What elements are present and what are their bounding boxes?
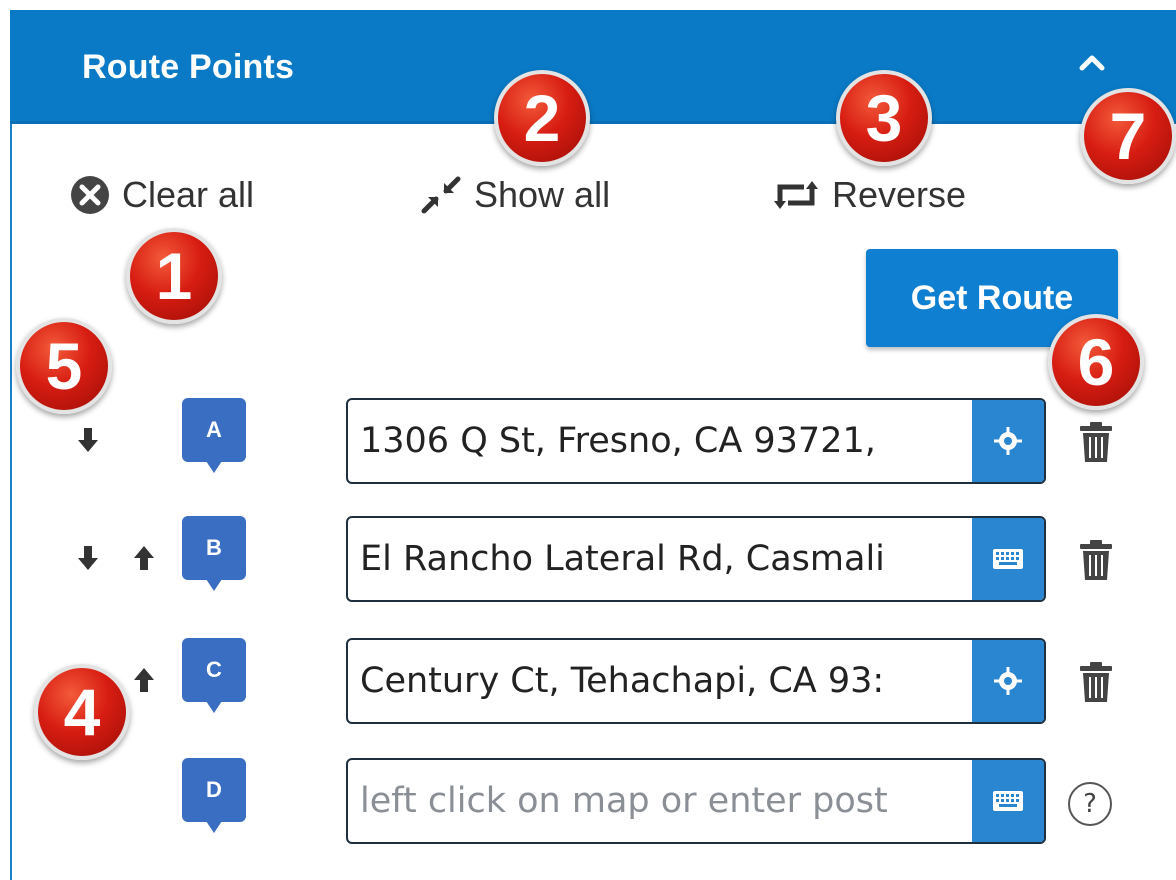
- trash-icon[interactable]: [1078, 660, 1114, 704]
- retweet-icon: [774, 181, 818, 209]
- callout-badge-2: 2: [494, 70, 590, 166]
- clear-all-button[interactable]: Clear all: [68, 172, 254, 218]
- route-point-marker[interactable]: B: [182, 516, 246, 591]
- compress-arrows-icon: [421, 176, 461, 214]
- move-up-arrow-icon[interactable]: [132, 544, 156, 572]
- address-input[interactable]: [348, 400, 974, 482]
- route-point-row-c: C: [0, 638, 1176, 728]
- callout-badge-7: 7: [1080, 88, 1176, 184]
- help-icon[interactable]: ?: [1068, 782, 1112, 826]
- move-up-arrow-icon[interactable]: [132, 666, 156, 694]
- keyboard-button[interactable]: [972, 518, 1044, 600]
- keyboard-button[interactable]: [972, 760, 1044, 842]
- move-down-arrow-icon[interactable]: [76, 544, 100, 572]
- route-point-marker[interactable]: C: [182, 638, 246, 713]
- chevron-up-icon: [1079, 55, 1105, 71]
- clear-all-label: Clear all: [122, 174, 255, 215]
- callout-badge-4: 4: [34, 664, 130, 760]
- locate-button[interactable]: [972, 400, 1044, 482]
- route-point-marker[interactable]: A: [182, 398, 246, 473]
- locate-button[interactable]: [972, 640, 1044, 722]
- keyboard-icon: [993, 791, 1023, 811]
- callout-badge-3: 3: [836, 70, 932, 166]
- move-down-arrow-icon[interactable]: [76, 426, 100, 454]
- address-input[interactable]: [348, 640, 974, 722]
- clear-circle-icon: [71, 176, 109, 214]
- locate-icon: [994, 667, 1022, 695]
- locate-icon: [994, 427, 1022, 455]
- callout-badge-6: 6: [1048, 314, 1144, 410]
- reverse-label: Reverse: [832, 174, 967, 215]
- panel-title: Route Points: [82, 48, 295, 86]
- show-all-button[interactable]: Show all: [418, 172, 610, 218]
- trash-icon[interactable]: [1078, 420, 1114, 464]
- callout-badge-1: 1: [126, 228, 222, 324]
- address-field: [346, 398, 1046, 484]
- show-all-label: Show all: [474, 174, 611, 215]
- address-field: [346, 638, 1046, 724]
- address-field: [346, 516, 1046, 602]
- address-field: [346, 758, 1046, 844]
- collapse-button[interactable]: [1072, 46, 1112, 80]
- route-point-row-d: D ?: [0, 758, 1176, 848]
- keyboard-icon: [993, 549, 1023, 569]
- address-input[interactable]: [348, 760, 974, 842]
- reverse-button[interactable]: Reverse: [770, 172, 966, 218]
- route-point-row-a: A: [0, 398, 1176, 488]
- trash-icon[interactable]: [1078, 538, 1114, 582]
- address-input[interactable]: [348, 518, 974, 600]
- route-point-marker[interactable]: D: [182, 758, 246, 833]
- route-point-row-b: B: [0, 516, 1176, 606]
- callout-badge-5: 5: [16, 318, 112, 414]
